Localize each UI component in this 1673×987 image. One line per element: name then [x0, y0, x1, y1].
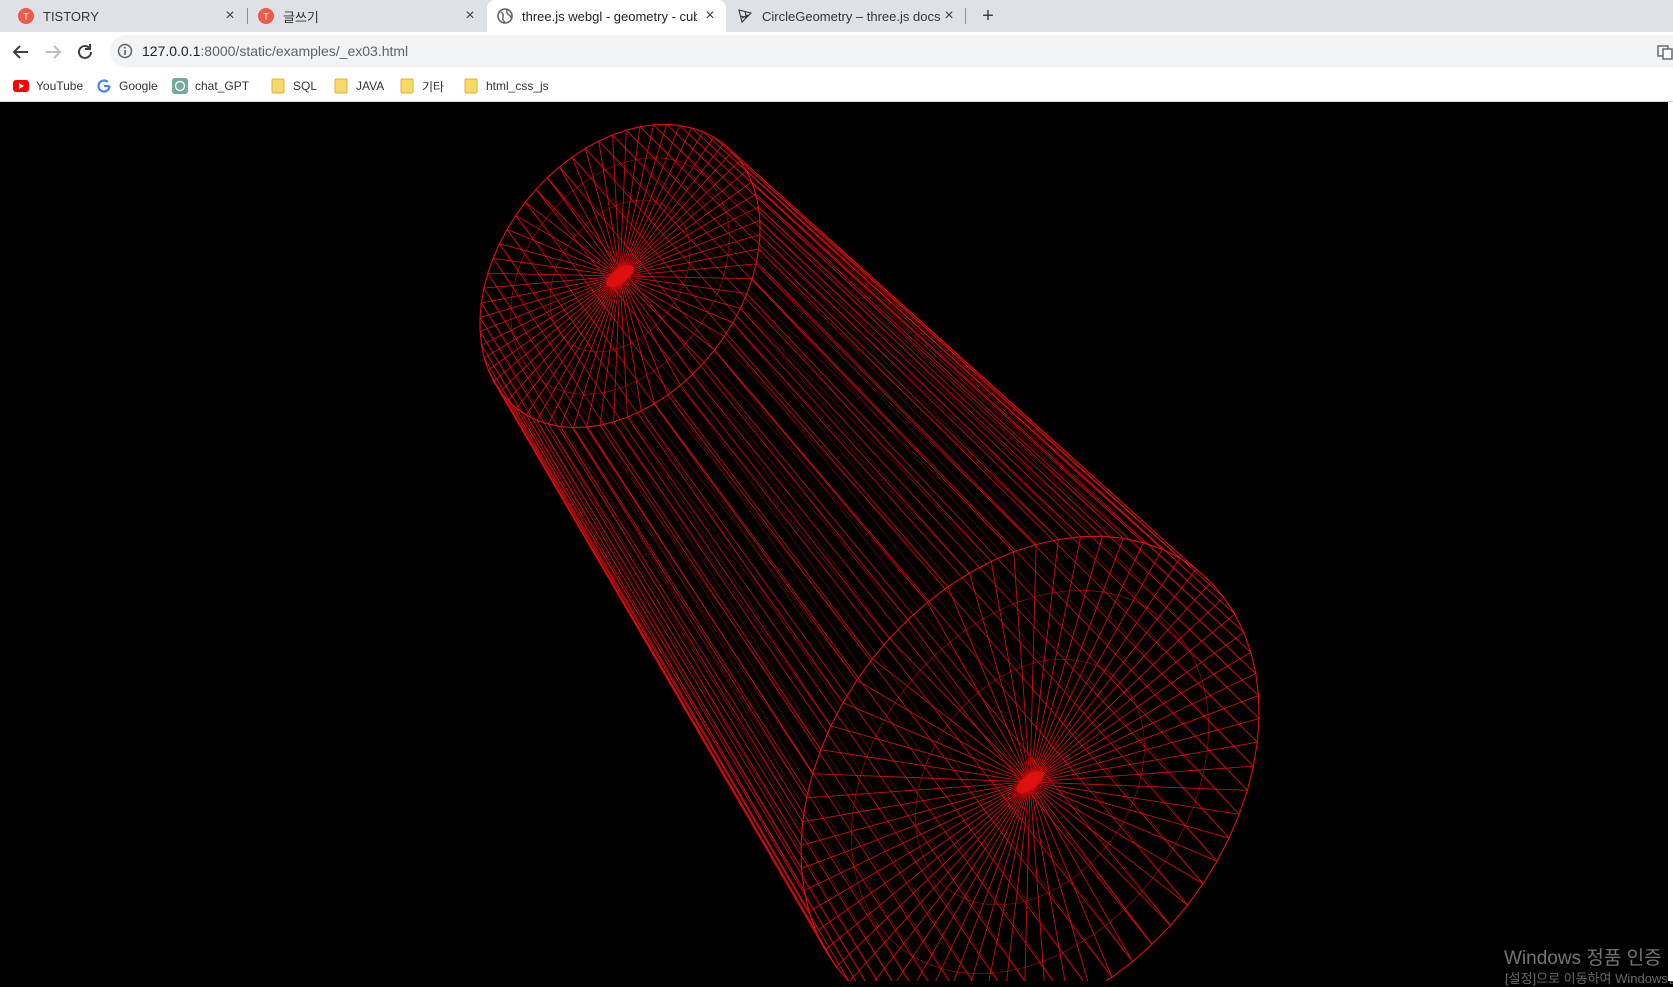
folder-icon	[270, 78, 286, 94]
window-edge	[1668, 102, 1673, 981]
bookmarks-bar: YouTube Google chat_GPT SQL JAVA 기타 html…	[0, 70, 1673, 102]
tab-strip: T TISTORY × T 글쓰기 × three.js webgl - geo…	[0, 0, 1673, 32]
bookmark-label: Google	[119, 79, 158, 93]
bookmark-youtube[interactable]: YouTube	[13, 70, 83, 102]
tab-divider	[965, 8, 966, 24]
close-icon[interactable]: ×	[222, 8, 238, 24]
bookmark-label: html_css_js	[486, 79, 549, 93]
globe-icon	[497, 8, 513, 24]
forward-arrow-icon	[42, 41, 64, 63]
bookmark-folder-sql[interactable]: SQL	[270, 70, 317, 102]
tab-tistory[interactable]: T TISTORY ×	[8, 0, 246, 32]
svg-text:T: T	[23, 12, 29, 22]
site-info-icon[interactable]	[117, 43, 133, 59]
tab-title: 글쓰기	[283, 7, 319, 26]
reload-button[interactable]	[74, 41, 96, 63]
bookmark-google[interactable]: Google	[96, 70, 158, 102]
youtube-icon	[13, 78, 29, 94]
webgl-canvas[interactable]	[0, 102, 1673, 981]
back-arrow-icon	[10, 41, 32, 63]
back-button[interactable]	[10, 41, 32, 63]
reload-icon	[74, 41, 96, 63]
tab-title: three.js webgl - geometry - cub	[522, 9, 697, 24]
close-icon[interactable]: ×	[941, 8, 957, 24]
close-icon[interactable]: ×	[462, 8, 478, 24]
bookmark-label: 기타	[422, 78, 444, 95]
bookmark-label: JAVA	[356, 79, 384, 93]
chatgpt-icon	[172, 78, 188, 94]
translate-icon[interactable]	[1657, 44, 1673, 60]
tab-writing[interactable]: T 글쓰기 ×	[248, 0, 486, 32]
svg-text:T: T	[263, 12, 269, 22]
threejs-icon	[737, 8, 753, 24]
forward-button[interactable]	[42, 41, 64, 63]
new-tab-button[interactable]: +	[976, 4, 1000, 28]
windows-activation-watermark: Windows 정품 인증	[1504, 943, 1662, 970]
browser-toolbar: 127.0.0.1:8000/static/examples/_ex03.htm…	[0, 32, 1673, 70]
windows-activation-subtext: [설정]으로 이동하여 Windows를 정품 인증합니다.	[1505, 968, 1673, 987]
tistory-icon: T	[18, 8, 34, 24]
folder-icon	[333, 78, 349, 94]
tab-title: TISTORY	[43, 9, 99, 24]
close-icon[interactable]: ×	[702, 8, 718, 24]
bookmark-folder-java[interactable]: JAVA	[333, 70, 384, 102]
bookmark-label: chat_GPT	[195, 79, 249, 93]
url-text[interactable]: 127.0.0.1:8000/static/examples/_ex03.htm…	[142, 43, 408, 59]
bookmark-chatgpt[interactable]: chat_GPT	[172, 70, 249, 102]
wireframe-cylinder	[0, 102, 1673, 981]
bookmark-label: YouTube	[36, 79, 83, 93]
tab-circlegeometry-docs[interactable]: CircleGeometry – three.js docs ×	[727, 0, 965, 32]
url-host: 127.0.0.1	[142, 43, 200, 59]
tab-title: CircleGeometry – three.js docs	[762, 9, 940, 24]
bookmark-folder-etc[interactable]: 기타	[399, 70, 444, 102]
tistory-icon: T	[258, 8, 274, 24]
folder-icon	[463, 78, 479, 94]
bookmark-folder-html-css-js[interactable]: html_css_js	[463, 70, 549, 102]
folder-icon	[399, 78, 415, 94]
url-path: :8000/static/examples/_ex03.html	[200, 43, 408, 59]
google-icon	[96, 78, 112, 94]
address-bar[interactable]: 127.0.0.1:8000/static/examples/_ex03.htm…	[110, 35, 1673, 67]
bookmark-label: SQL	[293, 79, 317, 93]
tab-threejs-geometry[interactable]: three.js webgl - geometry - cub ×	[487, 0, 726, 32]
